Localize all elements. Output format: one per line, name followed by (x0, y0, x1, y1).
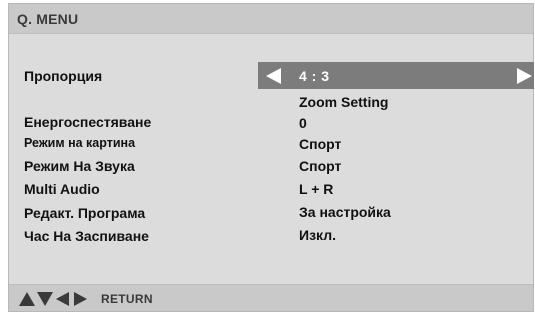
picture-mode-label: Режим на картина (24, 136, 136, 150)
energy-saving-label: Енергоспестяване (24, 114, 152, 130)
menu-title: Q. MENU (17, 11, 79, 27)
multi-audio-label: Multi Audio (24, 181, 100, 197)
sleep-timer-label: Час На Заспиване (24, 228, 149, 244)
zoom-setting-item[interactable]: Zoom Setting (299, 94, 388, 110)
aspect-ratio-label: Пропорция (24, 68, 103, 84)
menu-header: Q. MENU (9, 4, 533, 34)
left-triangle-icon (56, 292, 69, 306)
picture-mode-value[interactable]: Спорт (299, 136, 341, 152)
quick-menu-panel: Q. MENU Пропорция 4 : 3 Zoom Setting Ене… (8, 3, 534, 312)
right-triangle-icon (74, 292, 87, 306)
program-edit-value[interactable]: За настройка (299, 204, 391, 220)
sound-mode-label: Режим На Звука (24, 158, 135, 174)
left-arrow-icon[interactable] (266, 68, 281, 84)
sleep-timer-value[interactable]: Изкл. (299, 227, 336, 243)
navigation-icons (19, 291, 95, 307)
program-edit-label: Редакт. Програма (24, 205, 146, 221)
energy-saving-value[interactable]: 0 (299, 115, 307, 131)
up-triangle-icon (19, 292, 35, 306)
aspect-ratio-selector[interactable]: 4 : 3 (258, 62, 534, 89)
right-arrow-icon[interactable] (517, 68, 532, 84)
aspect-ratio-value: 4 : 3 (299, 68, 330, 84)
return-label[interactable]: RETURN (101, 292, 153, 306)
multi-audio-value[interactable]: L + R (299, 181, 333, 197)
menu-footer: RETURN (9, 284, 533, 311)
down-triangle-icon (37, 292, 53, 306)
sound-mode-value[interactable]: Спорт (299, 158, 341, 174)
